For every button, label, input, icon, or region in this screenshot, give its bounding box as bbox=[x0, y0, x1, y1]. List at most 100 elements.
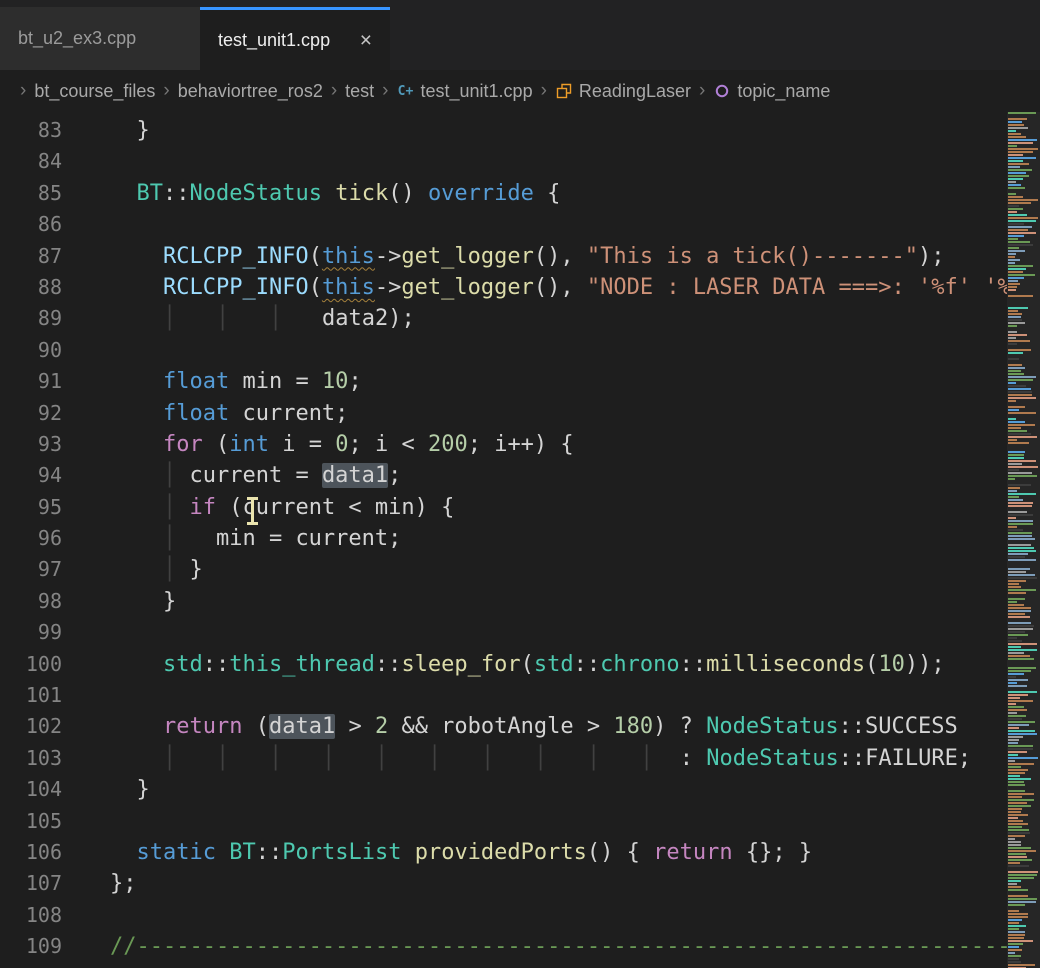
line-number[interactable]: 97 bbox=[0, 554, 62, 585]
code-line[interactable]: 103 │ │ │ │ │ │ │ │ │ │ : NodeStatus::FA… bbox=[0, 743, 1007, 774]
code-line[interactable]: 106 static BT::PortsList providedPorts()… bbox=[0, 837, 1007, 868]
breadcrumb-item-bt-course-files[interactable]: bt_course_files bbox=[34, 81, 155, 102]
line-number[interactable]: 92 bbox=[0, 398, 62, 429]
line-number[interactable]: 101 bbox=[0, 680, 62, 711]
line-number[interactable]: 90 bbox=[0, 335, 62, 366]
line-number[interactable]: 102 bbox=[0, 711, 62, 742]
code-line[interactable]: 89 │ │ │ data2); bbox=[0, 303, 1007, 334]
breadcrumb-item-class[interactable]: ReadingLaser bbox=[555, 81, 691, 102]
tab-bt_u2_ex3[interactable]: bt_u2_ex3.cpp bbox=[0, 7, 200, 70]
minimap[interactable] bbox=[1007, 112, 1040, 968]
code-line[interactable]: 87 RCLCPP_INFO(this->get_logger(), "This… bbox=[0, 241, 1007, 272]
line-number[interactable]: 83 bbox=[0, 115, 62, 146]
minimap-line bbox=[1008, 127, 1028, 129]
breadcrumb-item-behaviortree-ros2[interactable]: behaviortree_ros2 bbox=[178, 81, 323, 102]
minimap-line bbox=[1008, 958, 1019, 960]
line-number[interactable]: 98 bbox=[0, 586, 62, 617]
minimap-line bbox=[1008, 376, 1036, 378]
code-line[interactable]: 94 │ current = data1; bbox=[0, 460, 1007, 491]
breadcrumb-item-test[interactable]: test bbox=[345, 81, 374, 102]
code-line[interactable]: 86 bbox=[0, 209, 1007, 240]
line-number[interactable]: 106 bbox=[0, 837, 62, 868]
code-token bbox=[110, 463, 163, 488]
code-token: for bbox=[163, 432, 203, 457]
minimap-line bbox=[1008, 721, 1035, 723]
line-number[interactable]: 100 bbox=[0, 649, 62, 680]
code-line[interactable]: 109//-----------------------------------… bbox=[0, 931, 1007, 962]
line-number[interactable]: 94 bbox=[0, 460, 62, 491]
minimap-line bbox=[1008, 409, 1019, 411]
code-line[interactable]: 99 bbox=[0, 617, 1007, 648]
minimap-line bbox=[1008, 802, 1027, 804]
code-token: 180 bbox=[613, 714, 653, 739]
line-number[interactable]: 96 bbox=[0, 523, 62, 554]
minimap-line bbox=[1008, 658, 1034, 660]
code-line[interactable]: 84 bbox=[0, 146, 1007, 177]
code-line[interactable]: 96 │ min = current; bbox=[0, 523, 1007, 554]
minimap-line bbox=[1008, 241, 1030, 243]
breadcrumb-file-label: test_unit1.cpp bbox=[421, 81, 533, 102]
line-number[interactable]: 109 bbox=[0, 931, 62, 962]
minimap-line bbox=[1008, 949, 1022, 951]
line-number[interactable]: 108 bbox=[0, 900, 62, 931]
line-number[interactable]: 85 bbox=[0, 178, 62, 209]
code-line[interactable]: 104 } bbox=[0, 774, 1007, 805]
minimap-line bbox=[1008, 730, 1035, 732]
line-number[interactable]: 88 bbox=[0, 272, 62, 303]
code-line-content: } bbox=[110, 774, 150, 805]
line-number[interactable]: 91 bbox=[0, 366, 62, 397]
code-line[interactable]: 105 bbox=[0, 806, 1007, 837]
code-line[interactable]: 107}; bbox=[0, 868, 1007, 899]
code-line[interactable]: 85 BT::NodeStatus tick() override { bbox=[0, 178, 1007, 209]
line-number[interactable]: 95 bbox=[0, 492, 62, 523]
code-token: milliseconds bbox=[706, 652, 865, 677]
line-number[interactable]: 93 bbox=[0, 429, 62, 460]
minimap-line bbox=[1008, 520, 1033, 522]
code-line[interactable]: 97 │ } bbox=[0, 554, 1007, 585]
breadcrumb-item-member[interactable]: topic_name bbox=[713, 81, 830, 102]
line-number[interactable]: 84 bbox=[0, 146, 62, 177]
code-line[interactable]: 92 float current; bbox=[0, 398, 1007, 429]
tab-test_unit1[interactable]: test_unit1.cpp × bbox=[200, 7, 390, 70]
minimap-line bbox=[1008, 370, 1021, 372]
minimap-line bbox=[1008, 826, 1022, 828]
line-number[interactable]: 87 bbox=[0, 241, 62, 272]
code-line[interactable]: 91 float min = 10; bbox=[0, 366, 1007, 397]
code-token: RCLCPP_INFO bbox=[163, 244, 309, 269]
minimap-line bbox=[1008, 346, 1013, 348]
code-line[interactable]: 83 } bbox=[0, 115, 1007, 146]
line-number[interactable]: 104 bbox=[0, 774, 62, 805]
line-number[interactable]: 105 bbox=[0, 806, 62, 837]
code-token bbox=[600, 746, 640, 771]
code-line-content: std::this_thread::sleep_for(std::chrono:… bbox=[110, 649, 945, 680]
code-token bbox=[322, 181, 335, 206]
line-number[interactable]: 99 bbox=[0, 617, 62, 648]
code-editor[interactable]: 83 }8485 BT::NodeStatus tick() override … bbox=[0, 112, 1007, 968]
code-line-content: float min = 10; bbox=[110, 366, 362, 397]
breadcrumb-item-file[interactable]: C+ test_unit1.cpp bbox=[397, 81, 533, 102]
code-line[interactable]: 90 bbox=[0, 335, 1007, 366]
minimap-line bbox=[1008, 727, 1019, 729]
code-token: ; i++) { bbox=[468, 432, 574, 457]
close-icon[interactable]: × bbox=[360, 30, 372, 51]
minimap-line bbox=[1008, 616, 1030, 618]
code-line[interactable]: 95 │ if (current < min) { bbox=[0, 492, 1007, 523]
code-line[interactable]: 108 bbox=[0, 900, 1007, 931]
minimap-line bbox=[1008, 934, 1025, 936]
line-number[interactable]: 86 bbox=[0, 209, 62, 240]
line-number[interactable]: 89 bbox=[0, 303, 62, 334]
code-line[interactable]: 98 } bbox=[0, 586, 1007, 617]
minimap-line bbox=[1008, 895, 1028, 897]
line-number[interactable]: 103 bbox=[0, 743, 62, 774]
minimap-line bbox=[1008, 148, 1038, 150]
code-line[interactable]: 101 bbox=[0, 680, 1007, 711]
code-line[interactable]: 88 RCLCPP_INFO(this->get_logger(), "NODE… bbox=[0, 272, 1007, 303]
minimap-line bbox=[1008, 460, 1036, 462]
code-line[interactable]: 93 for (int i = 0; i < 200; i++) { bbox=[0, 429, 1007, 460]
minimap-line bbox=[1008, 691, 1037, 693]
code-line[interactable]: 100 std::this_thread::sleep_for(std::chr… bbox=[0, 649, 1007, 680]
minimap-line bbox=[1008, 367, 1025, 369]
line-number[interactable]: 107 bbox=[0, 868, 62, 899]
code-token: :: bbox=[256, 840, 283, 865]
code-line[interactable]: 102 return (data1 > 2 && robotAngle > 18… bbox=[0, 711, 1007, 742]
